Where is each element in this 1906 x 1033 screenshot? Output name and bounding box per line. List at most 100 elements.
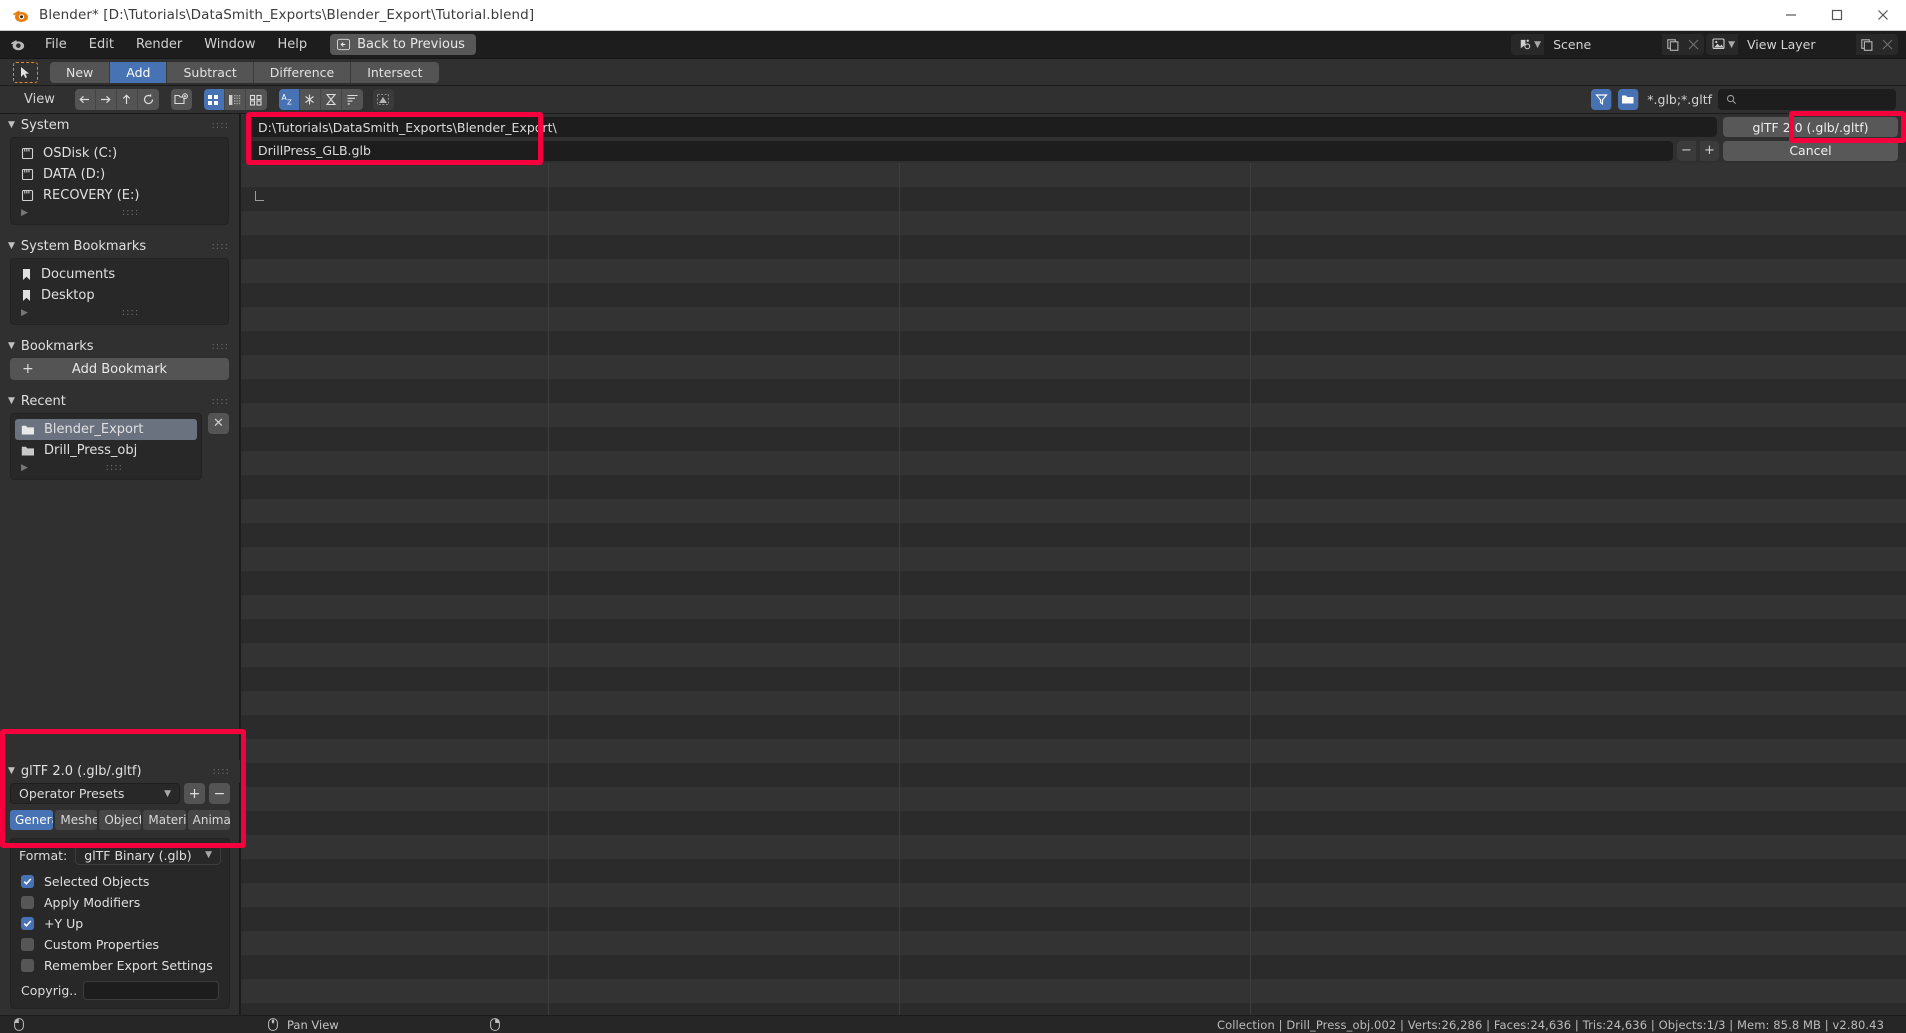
system-panel-header[interactable]: ▼ System ::::: [0, 114, 239, 137]
file-list-area[interactable]: [241, 163, 1906, 1015]
thumbnail-size-icon[interactable]: [372, 89, 394, 110]
filename-input[interactable]: DrillPress_GLB.glb: [249, 140, 1673, 161]
view-layer-remove-button[interactable]: [1877, 34, 1898, 55]
gltf-panel-header[interactable]: ▼ glTF 2.0 (.glb/.gltf) ::::: [0, 760, 240, 783]
system-bookmarks-expand-handle[interactable]: ▶ ::::: [15, 306, 224, 322]
tab-general[interactable]: General: [10, 810, 54, 830]
recent-item-drill-press-obj[interactable]: Drill_Press_obj: [15, 440, 197, 461]
up-arrow-icon[interactable]: [116, 89, 138, 110]
new-folder-icon[interactable]: [170, 89, 192, 110]
refresh-icon[interactable]: [137, 89, 159, 110]
maximize-button[interactable]: [1814, 0, 1860, 31]
decrement-filename-button[interactable]: −: [1677, 140, 1696, 161]
menu-window[interactable]: Window: [193, 34, 266, 55]
view-layer-name[interactable]: View Layer: [1738, 34, 1856, 55]
folder-filter-icon[interactable]: [1618, 89, 1640, 110]
operator-presets-dropdown[interactable]: Operator Presets ▼: [10, 783, 180, 804]
add-bookmark-button[interactable]: + Add Bookmark: [10, 358, 229, 380]
option-selected-objects[interactable]: Selected Objects: [19, 871, 221, 892]
folder-icon: [21, 445, 35, 457]
view-layer-selector[interactable]: ▼ View Layer: [1706, 34, 1898, 55]
system-item-osdisk[interactable]: OSDisk (C:): [15, 143, 224, 164]
chevron-right-icon: ▶: [21, 463, 28, 473]
tweak-cursor-icon[interactable]: [13, 61, 38, 83]
recent-panel-header[interactable]: ▼ Recent ::::: [0, 390, 239, 413]
add-bookmark-label: Add Bookmark: [71, 361, 168, 377]
add-preset-button[interactable]: +: [184, 783, 205, 804]
scene-selector[interactable]: ▼ Scene: [1511, 34, 1705, 55]
bookmarks-panel-header[interactable]: ▼ Bookmarks ::::: [0, 335, 239, 358]
search-input[interactable]: [1718, 89, 1896, 110]
select-mode-difference[interactable]: Difference: [253, 61, 352, 83]
system-item-data[interactable]: DATA (D:): [15, 164, 224, 185]
minimize-button[interactable]: [1768, 0, 1814, 31]
directory-path-input[interactable]: D:\Tutorials\DataSmith_Exports\Blender_E…: [249, 117, 1717, 137]
scene-remove-button[interactable]: [1683, 34, 1704, 55]
back-arrow-icon[interactable]: [74, 89, 96, 110]
sort-alpha-icon[interactable]: A Z: [278, 89, 300, 110]
thumbnail-grid-icon[interactable]: [245, 89, 267, 110]
sort-size-icon[interactable]: [341, 89, 363, 110]
back-to-previous-button[interactable]: Back to Previous: [330, 34, 476, 55]
tab-materials[interactable]: Materi..: [143, 810, 186, 830]
checkbox-apply-modifiers[interactable]: [21, 896, 34, 909]
gltf-panel-title: glTF 2.0 (.glb/.gltf): [20, 764, 142, 779]
format-dropdown[interactable]: glTF Binary (.glb) ▼: [75, 845, 221, 865]
filter-funnel-icon[interactable]: [1591, 89, 1613, 110]
bookmark-item-documents[interactable]: Documents: [15, 264, 224, 285]
recent-item-label: Blender_Export: [44, 422, 144, 437]
remove-preset-button[interactable]: −: [209, 783, 230, 804]
sort-group: A Z: [278, 89, 363, 110]
sort-extension-icon[interactable]: [299, 89, 321, 110]
bookmark-item-label: Desktop: [41, 288, 95, 303]
option-apply-modifiers[interactable]: Apply Modifiers: [19, 892, 221, 913]
increment-filename-button[interactable]: +: [1700, 140, 1719, 161]
checkbox-selected-objects[interactable]: [21, 875, 34, 888]
select-mode-intersect[interactable]: Intersect: [351, 61, 439, 83]
blender-window: Blender* [D:\Tutorials\DataSmith_Exports…: [0, 0, 1906, 1033]
file-browser-main: D:\Tutorials\DataSmith_Exports\Blender_E…: [241, 114, 1906, 1015]
select-mode-subtract[interactable]: Subtract: [167, 61, 254, 83]
option-custom-properties[interactable]: Custom Properties: [19, 934, 221, 955]
column-separator[interactable]: [899, 163, 900, 1015]
forward-arrow-icon[interactable]: [95, 89, 117, 110]
export-button[interactable]: glTF 2.0 (.glb/.gltf): [1723, 117, 1898, 137]
recent-expand-handle[interactable]: ▶ ::::: [15, 461, 197, 477]
file-list-cursor-mark: [255, 191, 264, 201]
system-expand-handle[interactable]: ▶ ::::: [15, 206, 224, 222]
column-separator[interactable]: [548, 163, 549, 1015]
sort-time-icon[interactable]: [320, 89, 342, 110]
view-layer-new-button[interactable]: [1856, 34, 1877, 55]
column-separator[interactable]: [1250, 163, 1251, 1015]
tab-objects[interactable]: Objects: [99, 810, 142, 830]
vertical-list-icon[interactable]: [203, 89, 225, 110]
scene-new-button[interactable]: [1662, 34, 1683, 55]
checkbox-remember-export-settings[interactable]: [21, 959, 34, 972]
clear-recent-button[interactable]: ✕: [208, 413, 229, 434]
option-remember-export-settings[interactable]: Remember Export Settings: [19, 955, 221, 976]
scene-name[interactable]: Scene: [1544, 34, 1663, 55]
copyright-input[interactable]: [83, 981, 219, 1000]
display-mode-group: [203, 89, 267, 110]
recent-item-blender-export[interactable]: Blender_Export: [15, 419, 197, 440]
select-mode-add[interactable]: Add: [110, 61, 168, 83]
menu-edit[interactable]: Edit: [78, 34, 125, 55]
tab-animation[interactable]: Anima..: [187, 810, 230, 830]
tab-meshes[interactable]: Meshes: [55, 810, 98, 830]
cancel-button[interactable]: Cancel: [1723, 140, 1898, 161]
select-mode-new[interactable]: New: [50, 61, 111, 83]
checkbox-custom-properties[interactable]: [21, 938, 34, 951]
blender-menu-logo-icon[interactable]: [0, 37, 34, 52]
menu-file[interactable]: File: [34, 34, 78, 55]
close-button[interactable]: [1860, 0, 1906, 31]
horizontal-list-icon[interactable]: [224, 89, 246, 110]
bookmark-item-desktop[interactable]: Desktop: [15, 285, 224, 306]
menu-render[interactable]: Render: [125, 34, 193, 55]
menu-help[interactable]: Help: [267, 34, 319, 55]
system-bookmarks-panel-header[interactable]: ▼ System Bookmarks ::::: [0, 235, 239, 258]
view-menu[interactable]: View: [16, 90, 63, 109]
option-plus-y-up[interactable]: +Y Up: [19, 913, 221, 934]
system-item-recovery[interactable]: RECOVERY (E:): [15, 185, 224, 206]
drive-icon: [21, 168, 34, 181]
checkbox-plus-y-up[interactable]: [21, 917, 34, 930]
